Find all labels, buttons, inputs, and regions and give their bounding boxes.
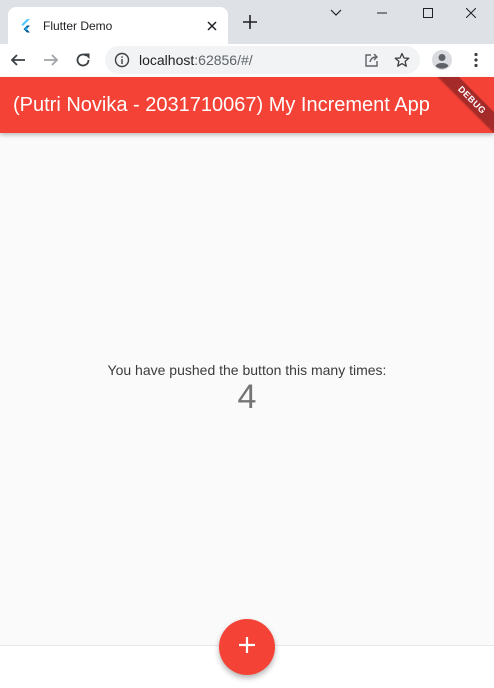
info-icon[interactable] [114,52,130,68]
increment-button[interactable] [219,619,275,675]
new-tab-icon[interactable] [240,12,260,32]
maximize-icon[interactable] [405,0,451,26]
url-text[interactable]: localhost:62856/#/ [139,52,360,68]
counter-label: You have pushed the button this many tim… [107,362,387,378]
flutter-icon [18,18,34,34]
star-icon[interactable] [390,48,414,72]
browser-tab[interactable]: Flutter Demo [8,7,228,44]
address-bar[interactable]: localhost:62856/#/ [105,46,420,74]
app-body: You have pushed the button this many tim… [0,133,494,645]
debug-banner: DEBUG [431,77,494,133]
app-bar: (Putri Novika - 2031710067) My Increment… [0,77,494,133]
browser-toolbar: localhost:62856/#/ [0,44,494,78]
share-icon[interactable] [360,48,384,72]
close-tab-icon[interactable] [204,18,220,34]
close-window-icon[interactable] [448,0,494,26]
reload-icon[interactable] [70,47,96,73]
menu-icon[interactable] [463,47,489,73]
profile-icon[interactable] [429,47,455,73]
minimize-icon[interactable] [359,0,405,26]
url-path: :62856/#/ [194,52,253,68]
counter-value: 4 [237,378,257,416]
forward-icon[interactable] [38,47,64,73]
tab-title: Flutter Demo [43,18,113,33]
title-bar: Flutter Demo [0,0,494,44]
back-icon[interactable] [5,47,31,73]
tab-search-icon[interactable] [313,0,359,26]
add-icon [238,636,256,659]
url-host: localhost [139,52,195,68]
app-title: (Putri Novika - 2031710067) My Increment… [13,94,430,116]
browser-window: Flutter Demo localhost:62856/#/ (Putri N… [0,0,494,688]
